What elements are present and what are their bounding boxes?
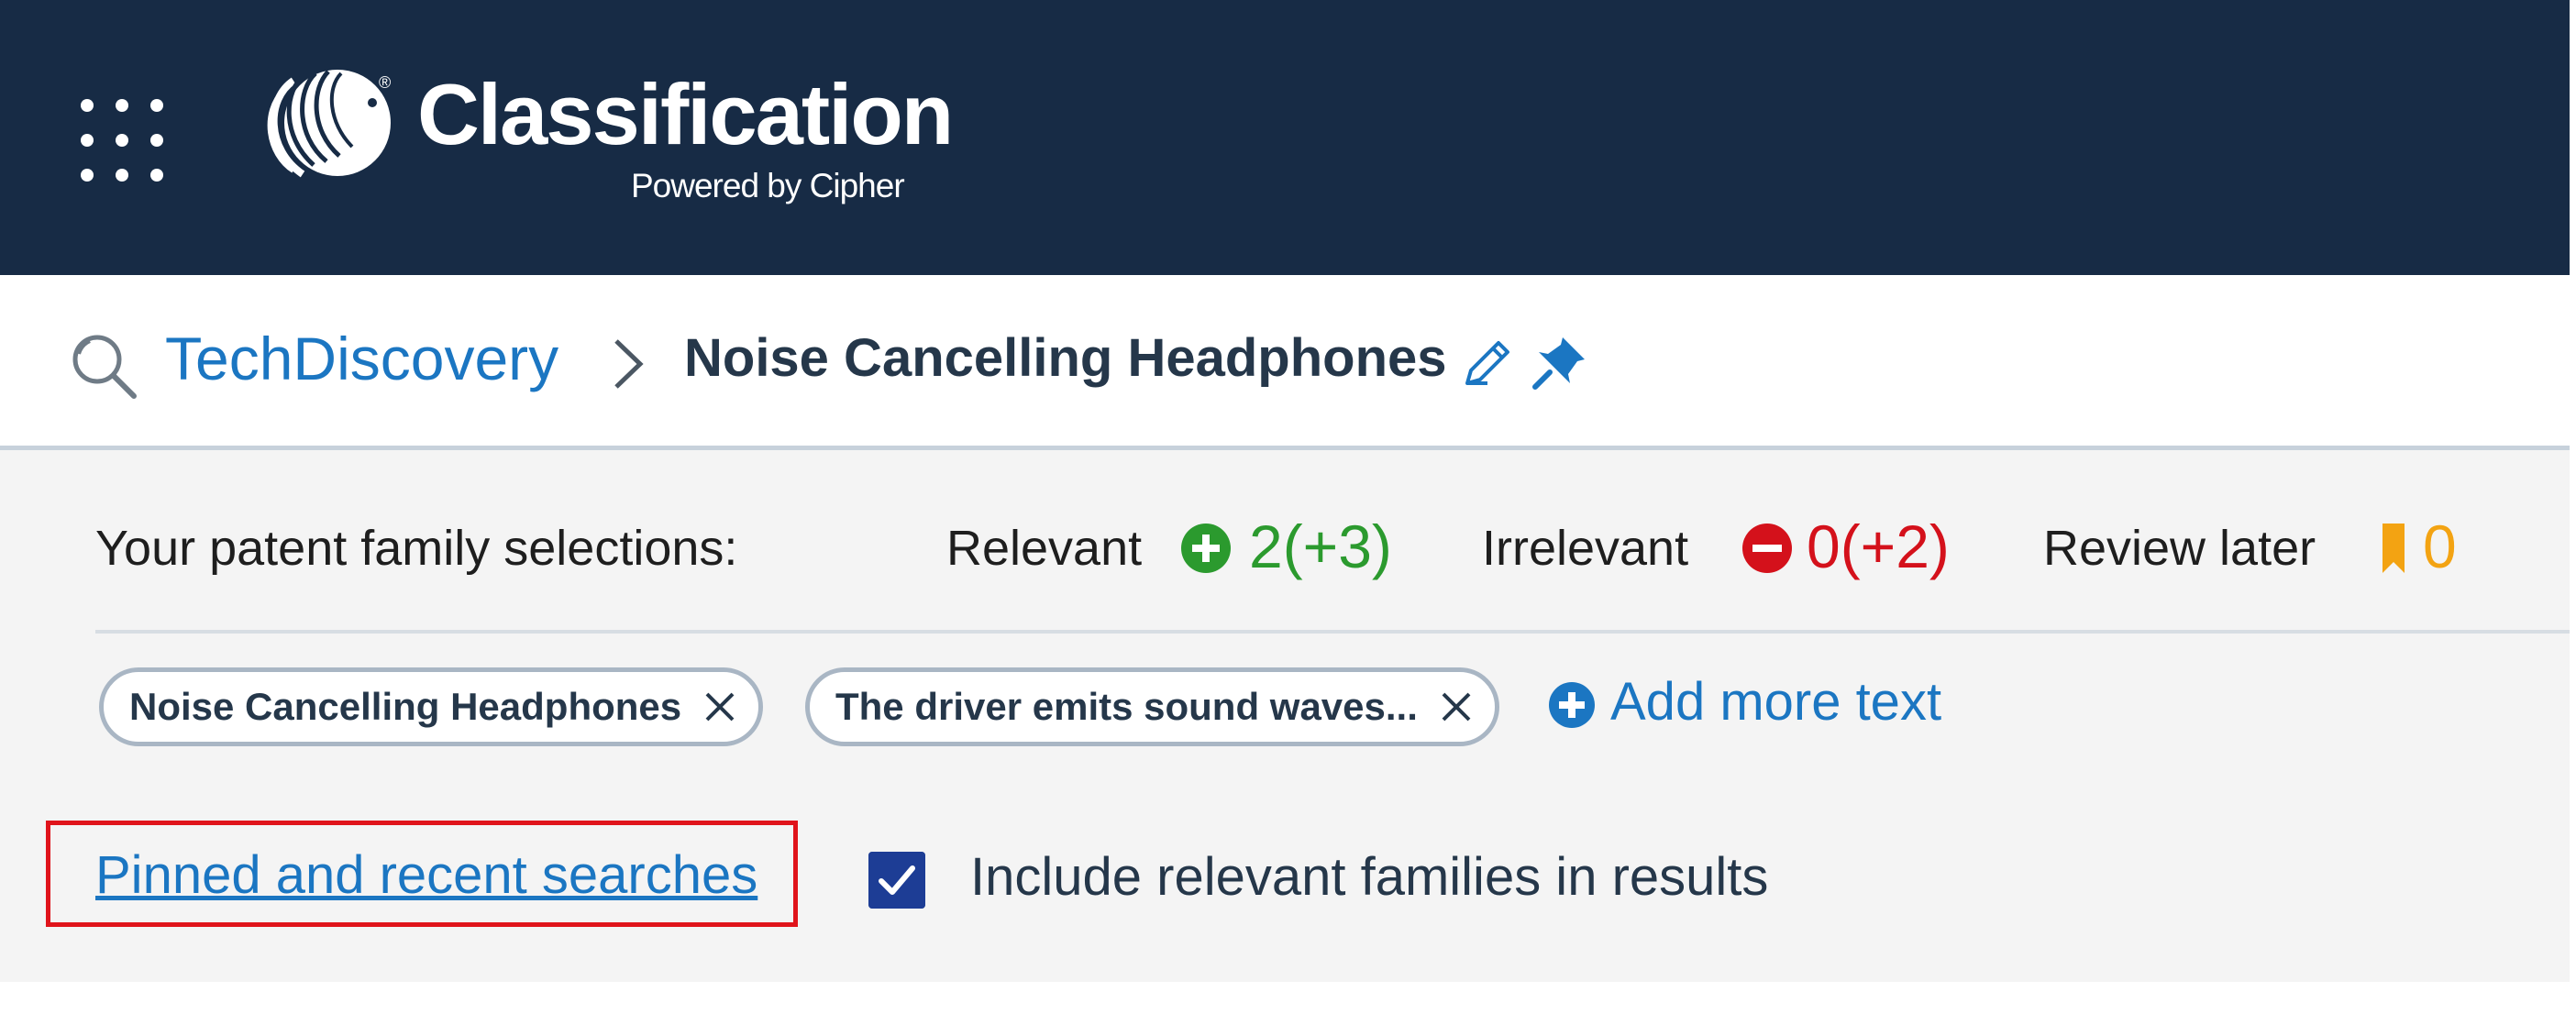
plus-circle-icon[interactable] [1179,522,1233,575]
app-title: Classification [417,66,954,162]
breadcrumb: TechDiscovery Noise Cancelling Headphone… [0,275,2570,450]
close-icon[interactable] [702,689,738,725]
app-subtitle: Powered by Cipher [631,167,905,204]
search-chip[interactable]: The driver emits sound waves... [805,667,1499,746]
breadcrumb-current: Noise Cancelling Headphones [684,328,1447,388]
chip-label: Noise Cancelling Headphones [129,685,682,728]
chip-label: The driver emits sound waves... [835,685,1418,728]
minus-circle-icon[interactable] [1741,522,1794,575]
relevant-label: Relevant [946,521,1143,576]
pin-icon[interactable] [1531,334,1588,391]
plus-circle-icon[interactable] [1548,681,1596,729]
selections-label: Your patent family selections: [95,521,738,576]
app-header: ® Classification Powered by Cipher [0,0,2570,275]
include-relevant-label[interactable]: Include relevant families in results [970,851,1768,904]
include-relevant-checkbox[interactable] [868,852,925,909]
eagle-logo-icon [267,70,391,178]
review-later-label: Review later [2043,521,2316,576]
add-more-text-link[interactable]: Add more text [1610,676,1941,729]
registered-mark: ® [379,73,392,92]
chevron-right-icon [614,339,644,389]
bookmark-icon[interactable] [2366,522,2419,575]
pinned-recent-searches-link[interactable]: Pinned and recent searches [95,849,757,902]
pencil-icon[interactable] [1460,337,1513,391]
breadcrumb-root-link[interactable]: TechDiscovery [165,328,558,389]
search-chip[interactable]: Noise Cancelling Headphones [99,667,764,746]
review-later-count[interactable]: 0 [2423,516,2457,577]
irrelevant-label: Irrelevant [1482,521,1689,576]
irrelevant-count[interactable]: 0(+2) [1807,516,1950,577]
grid-dots-icon[interactable] [81,99,165,183]
relevant-count[interactable]: 2(+3) [1249,516,1392,577]
search-icon[interactable] [66,328,139,402]
close-icon[interactable] [1438,689,1475,725]
divider [95,630,2570,634]
main-panel: Your patent family selections: Relevant … [0,450,2570,982]
